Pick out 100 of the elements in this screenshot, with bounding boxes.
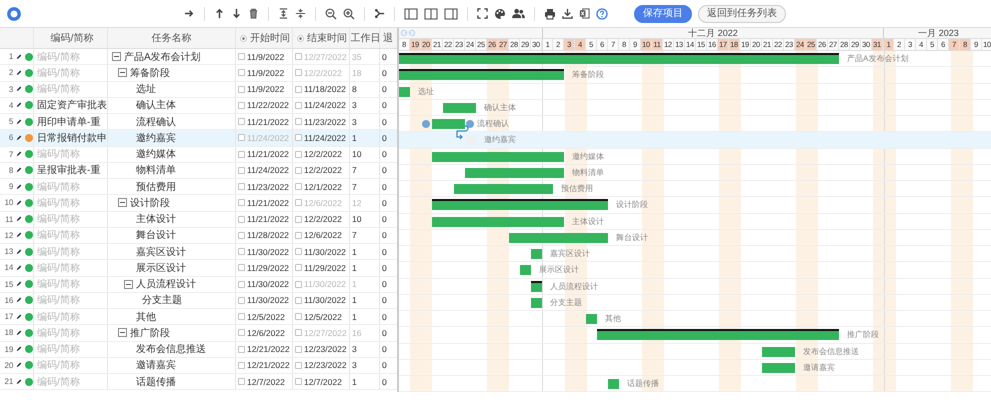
- row-number: 12: [4, 230, 14, 240]
- split-panel-icon[interactable]: [424, 8, 438, 20]
- task-name: 话题传播: [136, 376, 176, 389]
- right-arrow-icon[interactable]: [184, 8, 195, 19]
- fullscreen-icon[interactable]: [477, 8, 488, 19]
- task-row[interactable]: 6 日常报销付款申 邀约嘉宾 11/24/2022 11/24/2022 1 0: [0, 130, 397, 146]
- pencil-icon[interactable]: [16, 346, 22, 352]
- pencil-icon[interactable]: [16, 297, 22, 304]
- bar-label: 物料清单: [572, 166, 604, 179]
- collapse-icon[interactable]: [112, 52, 121, 62]
- task-row[interactable]: 1 编码/简称 产品A发布会计划 11/9/2022 12/27/2022 35 0: [0, 49, 397, 66]
- trash-icon[interactable]: [248, 8, 259, 19]
- task-row[interactable]: 17 编码/简称 其他 12/5/2022 12/5/2022 1 0: [0, 309, 397, 326]
- square-icon: [238, 216, 245, 223]
- task-bar[interactable]: [432, 216, 564, 226]
- workdays: 1: [352, 295, 357, 306]
- back-button[interactable]: 返回到任务列表: [698, 4, 786, 22]
- task-row[interactable]: 14 编码/简称 展示区设计 11/29/2022 11/29/2022 1 0: [0, 260, 397, 276]
- task-bar[interactable]: [762, 362, 795, 373]
- value-text: 0: [382, 230, 387, 240]
- task-row[interactable]: 19 编码/简称 发布会信息推送 12/21/2022 12/23/2022 3 0: [0, 342, 397, 358]
- square-icon: [295, 280, 302, 288]
- left-panel-icon[interactable]: [404, 8, 418, 20]
- workdays: 3: [352, 100, 357, 110]
- task-bar[interactable]: [432, 152, 564, 162]
- users-icon[interactable]: [512, 8, 525, 19]
- task-name: 筹备阶段: [130, 66, 170, 80]
- task-bar[interactable]: [443, 102, 476, 113]
- up-arrow-icon[interactable]: [214, 8, 225, 19]
- pencil-icon[interactable]: [16, 232, 22, 238]
- summary-bar[interactable]: [399, 53, 839, 64]
- outdent-icon[interactable]: [278, 8, 289, 19]
- pencil-icon[interactable]: [16, 70, 22, 76]
- summary-bar[interactable]: [432, 199, 608, 210]
- pencil-icon[interactable]: [16, 102, 22, 108]
- task-row[interactable]: 8 呈报审批表-重 物料清单 11/24/2022 12/2/2022 7 0: [0, 162, 397, 179]
- download-icon[interactable]: [562, 8, 573, 19]
- pencil-icon[interactable]: [16, 134, 22, 141]
- task-row[interactable]: 21 编码/简称 话题传播 12/7/2022 12/7/2022 1 0: [0, 374, 397, 390]
- task-row[interactable]: 7 编码/简称 邀约媒体 11/21/2022 12/2/2022 10 0: [0, 146, 397, 163]
- zoom-in-icon[interactable]: [343, 8, 355, 20]
- value-text: 0: [382, 182, 387, 192]
- bar-label: 主体设计: [572, 216, 604, 228]
- link-handle[interactable]: [466, 120, 474, 128]
- start-date: 11/9/2022: [247, 68, 284, 78]
- pencil-icon[interactable]: [16, 118, 22, 125]
- right-panel-icon[interactable]: [444, 8, 458, 20]
- pencil-icon[interactable]: [16, 151, 22, 158]
- pencil-icon[interactable]: [16, 248, 22, 255]
- square-icon: [238, 378, 245, 386]
- pencil-icon[interactable]: [16, 362, 22, 368]
- task-row[interactable]: 20 编码/简称 邀请嘉宾 12/21/2022 12/23/2022 3 0: [0, 358, 397, 374]
- bar-label: 话题传播: [627, 378, 659, 390]
- task-bar[interactable]: [509, 232, 608, 243]
- collapse-icon[interactable]: [118, 328, 127, 338]
- pencil-icon[interactable]: [16, 54, 22, 60]
- task-row[interactable]: 4 固定资产审批表 确认主体 11/22/2022 11/24/2022 3 0: [0, 98, 397, 114]
- task-bar[interactable]: [520, 265, 531, 276]
- branch-icon[interactable]: [374, 8, 385, 19]
- task-row[interactable]: 15 编码/简称 人员流程设计 11/30/2022 11/30/2022 1 0: [0, 276, 397, 293]
- task-bar[interactable]: [465, 168, 564, 178]
- square-icon: [238, 199, 245, 206]
- pencil-icon[interactable]: [16, 330, 22, 336]
- pencil-icon[interactable]: [16, 167, 22, 174]
- square-icon: [238, 150, 245, 158]
- down-arrow-icon[interactable]: [231, 8, 242, 19]
- pencil-icon[interactable]: [16, 378, 22, 385]
- summary-bar[interactable]: [597, 329, 839, 340]
- palette-icon[interactable]: [494, 8, 506, 20]
- task-row[interactable]: 12 编码/简称 舞台设计 11/28/2022 12/6/2022 7 0: [0, 228, 397, 244]
- task-row[interactable]: 3 编码/简称 选址 11/9/2022 11/18/2022 8 0: [0, 82, 397, 98]
- collapse-icon[interactable]: [124, 280, 133, 289]
- end-date: 12/2/2022: [304, 165, 342, 176]
- month-label: 十二月 2022: [688, 28, 738, 38]
- pencil-icon[interactable]: [16, 184, 22, 190]
- task-row[interactable]: 11 编码/简称 主体设计 11/21/2022 12/2/2022 10 0: [0, 212, 397, 228]
- task-bar[interactable]: [531, 298, 542, 308]
- pencil-icon[interactable]: [16, 216, 22, 222]
- summary-bar[interactable]: [531, 280, 542, 292]
- help-icon[interactable]: [596, 8, 608, 20]
- collapse-icon[interactable]: [118, 68, 127, 78]
- task-row[interactable]: 9 编码/简称 预估费用 11/23/2022 12/1/2022 7 0: [0, 179, 397, 196]
- task-row[interactable]: 10 编码/简称 设计阶段 11/21/2022 12/6/2022 12 0: [0, 195, 397, 212]
- task-row[interactable]: 2 编码/简称 筹备阶段 11/9/2022 12/2/2022 18 0: [0, 65, 397, 82]
- indent-icon[interactable]: [295, 8, 306, 19]
- start-date: 12/21/2022: [247, 344, 290, 354]
- save-button[interactable]: 保存项目: [634, 4, 692, 22]
- pencil-icon[interactable]: [16, 264, 22, 271]
- pencil-icon[interactable]: [16, 200, 22, 206]
- pencil-icon[interactable]: [16, 314, 22, 320]
- task-row[interactable]: 18 编码/简称 推广阶段 12/6/2022 12/27/2022 16 0: [0, 325, 397, 342]
- print-icon[interactable]: [544, 8, 556, 20]
- task-row[interactable]: 16 编码/简称 分支主题 11/30/2022 11/30/2022 1 0: [0, 292, 397, 309]
- collapse-icon[interactable]: [118, 198, 127, 208]
- pencil-icon[interactable]: [16, 281, 22, 288]
- pencil-icon[interactable]: [16, 86, 22, 92]
- spreadsheet-icon[interactable]: [579, 8, 590, 19]
- task-bar[interactable]: [762, 346, 795, 356]
- task-row[interactable]: 13 编码/简称 嘉宾区设计 11/30/2022 11/30/2022 1 0: [0, 244, 397, 260]
- zoom-out-icon[interactable]: [325, 8, 337, 20]
